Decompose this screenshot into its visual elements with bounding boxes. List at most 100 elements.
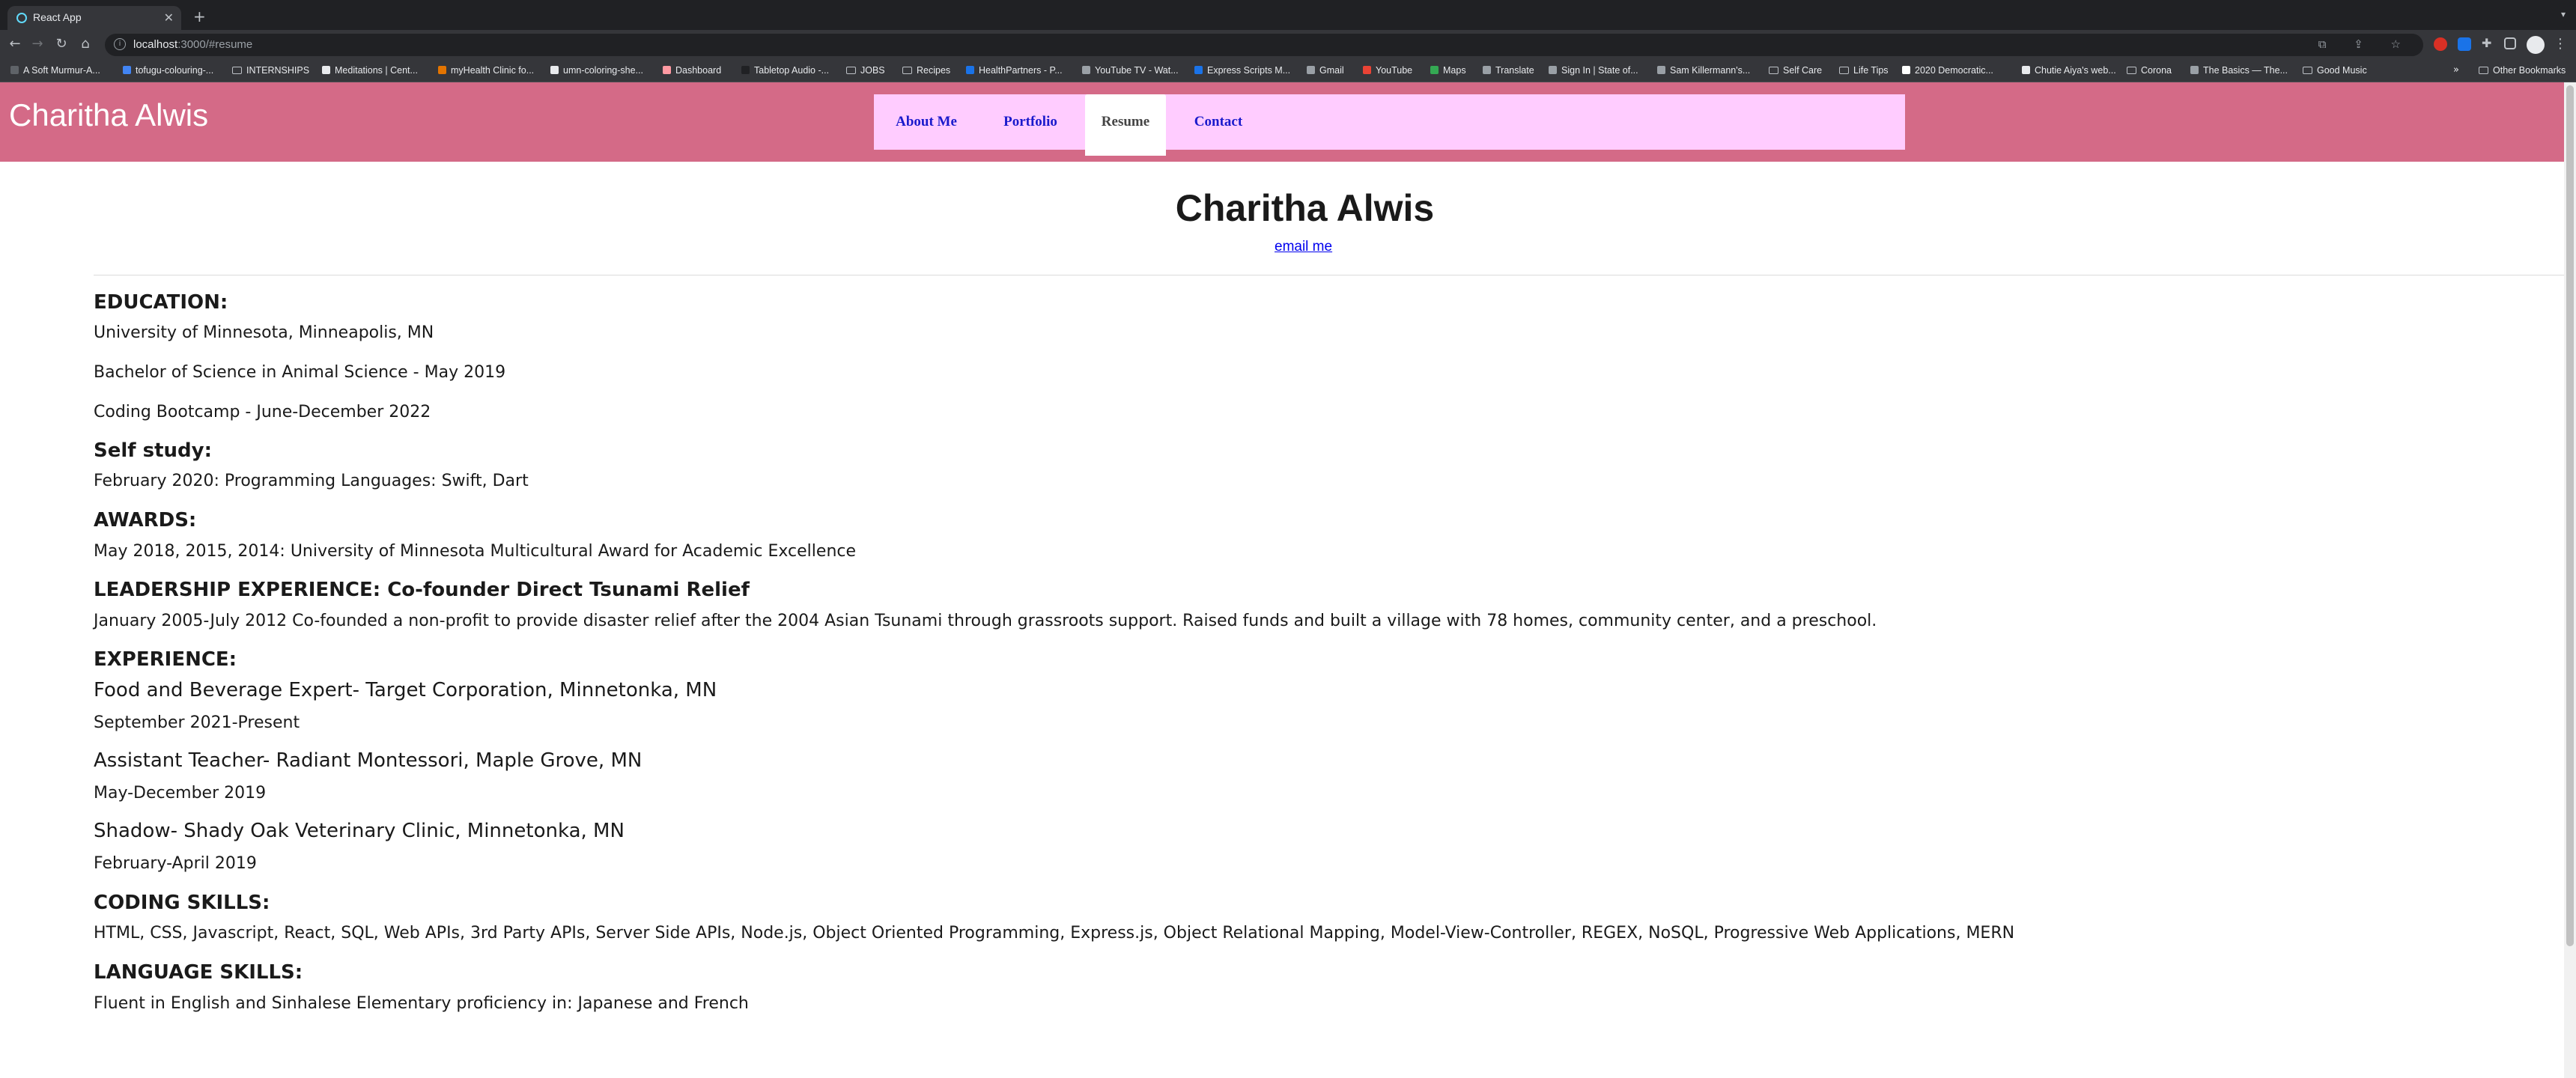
- bookmark-item[interactable]: tofugu-colouring-...: [123, 65, 213, 76]
- bookmark-favicon-icon: [2022, 66, 2030, 74]
- address-url[interactable]: localhost:3000/#resume: [133, 38, 252, 51]
- forward-arrow-icon[interactable]: →: [28, 36, 46, 52]
- page-scrollbar[interactable]: [2564, 82, 2576, 1078]
- bookmark-item[interactable]: Meditations | Cent...: [322, 65, 418, 76]
- bookmark-favicon-icon: [550, 66, 559, 74]
- bookmark-item[interactable]: Chutie Aiya's web...: [2022, 65, 2116, 76]
- new-tab-icon[interactable]: +: [193, 7, 206, 25]
- scrollbar-thumb[interactable]: [2566, 85, 2574, 946]
- bookmark-favicon-icon: [1657, 66, 1665, 74]
- folder-icon: [2127, 67, 2136, 74]
- bookmark-item[interactable]: Life Tips: [1839, 65, 1889, 76]
- page-viewport: Charitha Alwis About Me Portfolio Resume…: [0, 82, 2564, 1078]
- bookmark-item[interactable]: 2020 Democratic...: [1902, 65, 1993, 76]
- bookmark-favicon-icon: [322, 66, 330, 74]
- browser-tab[interactable]: React App ✕: [7, 6, 181, 30]
- experience-dates: September 2021-Present: [94, 713, 300, 732]
- bookmarks-overflow-icon[interactable]: »: [2453, 64, 2459, 76]
- education-item: University of Minnesota, Minneapolis, MN: [94, 323, 434, 342]
- site-brand: Charitha Alwis: [9, 97, 209, 133]
- bookmark-item[interactable]: JOBS: [846, 65, 885, 76]
- email-me-link[interactable]: email me: [1275, 239, 1332, 255]
- awards-heading: AWARDS:: [94, 509, 197, 532]
- bookmark-item[interactable]: Translate: [1483, 65, 1534, 76]
- side-panel-icon[interactable]: [2504, 37, 2516, 49]
- other-bookmarks[interactable]: Other Bookmarks: [2479, 65, 2566, 76]
- bookmark-item[interactable]: Self Care: [1769, 65, 1822, 76]
- address-bar-action-icons[interactable]: ⧉ ⇪ ☆: [2318, 37, 2413, 51]
- close-tab-icon[interactable]: ✕: [164, 10, 174, 25]
- bookmark-item[interactable]: umn-coloring-she...: [550, 65, 643, 76]
- address-bar[interactable]: i localhost:3000/#resume ⧉ ⇪ ☆: [105, 34, 2423, 56]
- browser-tab-strip: React App ✕ + ▾: [0, 0, 2576, 30]
- folder-icon: [232, 67, 242, 74]
- self-study-heading: Self study:: [94, 439, 213, 462]
- home-icon[interactable]: ⌂: [76, 36, 94, 52]
- bookmark-favicon-icon: [1363, 66, 1371, 74]
- bookmark-item[interactable]: Express Scripts M...: [1194, 65, 1290, 76]
- bookmark-item[interactable]: Good Music: [2303, 65, 2367, 76]
- education-item: Coding Bootcamp - June-December 2022: [94, 403, 431, 421]
- profile-avatar[interactable]: [2527, 36, 2545, 54]
- bookmark-item[interactable]: A Soft Murmur-A...: [10, 65, 100, 76]
- browser-menu-icon[interactable]: ⋮: [2554, 36, 2567, 52]
- leadership-text: January 2005-July 2012 Co-founded a non-…: [94, 612, 1877, 630]
- tab-title: React App: [33, 11, 82, 23]
- bookmark-item[interactable]: myHealth Clinic fo...: [438, 65, 534, 76]
- nav-resume[interactable]: Resume: [1085, 94, 1166, 156]
- experience-dates: February-April 2019: [94, 854, 257, 873]
- experience-title: Shadow- Shady Oak Veterinary Clinic, Min…: [94, 820, 625, 842]
- self-study-text: February 2020: Programming Languages: Sw…: [94, 472, 529, 490]
- bookmark-favicon-icon: [2190, 66, 2199, 74]
- experience-title: Food and Beverage Expert- Target Corpora…: [94, 679, 717, 701]
- bookmarks-bar: » Other Bookmarks A Soft Murmur-A... tofu…: [0, 60, 2576, 82]
- bookmark-item[interactable]: Dashboard: [663, 65, 721, 76]
- bookmark-item[interactable]: YouTube: [1363, 65, 1412, 76]
- site-info-icon[interactable]: i: [114, 38, 126, 50]
- bookmark-favicon-icon: [1430, 66, 1439, 74]
- tab-search-chevron-icon[interactable]: ▾: [2561, 9, 2566, 19]
- bookmark-item[interactable]: INTERNSHIPS: [232, 65, 309, 76]
- nav-portfolio[interactable]: Portfolio: [979, 94, 1082, 156]
- bookmark-favicon-icon: [1483, 66, 1491, 74]
- bookmark-item[interactable]: HealthPartners - P...: [966, 65, 1063, 76]
- back-arrow-icon[interactable]: ←: [6, 36, 24, 52]
- folder-icon: [846, 67, 856, 74]
- site-header: Charitha Alwis About Me Portfolio Resume…: [0, 82, 2564, 162]
- extensions-puzzle-icon[interactable]: ✚: [2482, 36, 2495, 50]
- bookmark-favicon-icon: [10, 66, 19, 74]
- extension-blue-icon[interactable]: [2458, 37, 2471, 51]
- bookmark-item[interactable]: Sam Killermann's...: [1657, 65, 1750, 76]
- bookmark-favicon-icon: [741, 66, 750, 74]
- bookmark-item[interactable]: Tabletop Audio -...: [741, 65, 829, 76]
- bookmark-item[interactable]: Sign In | State of...: [1549, 65, 1638, 76]
- language-skills-text: Fluent in English and Sinhalese Elementa…: [94, 994, 749, 1013]
- bookmark-item[interactable]: Gmail: [1307, 65, 1344, 76]
- bookmark-item[interactable]: Corona: [2127, 65, 2172, 76]
- folder-icon: [1839, 67, 1849, 74]
- nav-about-me[interactable]: About Me: [874, 94, 979, 156]
- awards-text: May 2018, 2015, 2014: University of Minn…: [94, 542, 857, 561]
- bookmark-favicon-icon: [1082, 66, 1090, 74]
- leadership-heading: LEADERSHIP EXPERIENCE: Co-founder Direct…: [94, 579, 750, 601]
- bookmark-item[interactable]: The Basics — The...: [2190, 65, 2288, 76]
- resume-name: Charitha Alwis: [1175, 187, 1435, 229]
- reload-icon[interactable]: ↻: [52, 36, 70, 52]
- education-item: Bachelor of Science in Animal Science - …: [94, 363, 506, 382]
- experience-title: Assistant Teacher- Radiant Montessori, M…: [94, 749, 643, 772]
- bookmark-item[interactable]: Maps: [1430, 65, 1466, 76]
- nav-contact[interactable]: Contact: [1166, 94, 1271, 156]
- bookmark-item[interactable]: Recipes: [902, 65, 950, 76]
- language-skills-heading: LANGUAGE SKILLS:: [94, 961, 303, 984]
- bookmark-favicon-icon: [1902, 66, 1910, 74]
- coding-skills-heading: CODING SKILLS:: [94, 892, 270, 914]
- bookmark-favicon-icon: [123, 66, 131, 74]
- react-favicon-icon: [16, 13, 27, 23]
- experience-dates: May-December 2019: [94, 784, 267, 803]
- extension-red-icon[interactable]: [2434, 37, 2447, 51]
- folder-icon: [1769, 67, 1778, 74]
- bookmark-favicon-icon: [663, 66, 671, 74]
- bookmark-favicon-icon: [438, 66, 446, 74]
- bookmark-item[interactable]: YouTube TV - Wat...: [1082, 65, 1179, 76]
- folder-icon: [2303, 67, 2312, 74]
